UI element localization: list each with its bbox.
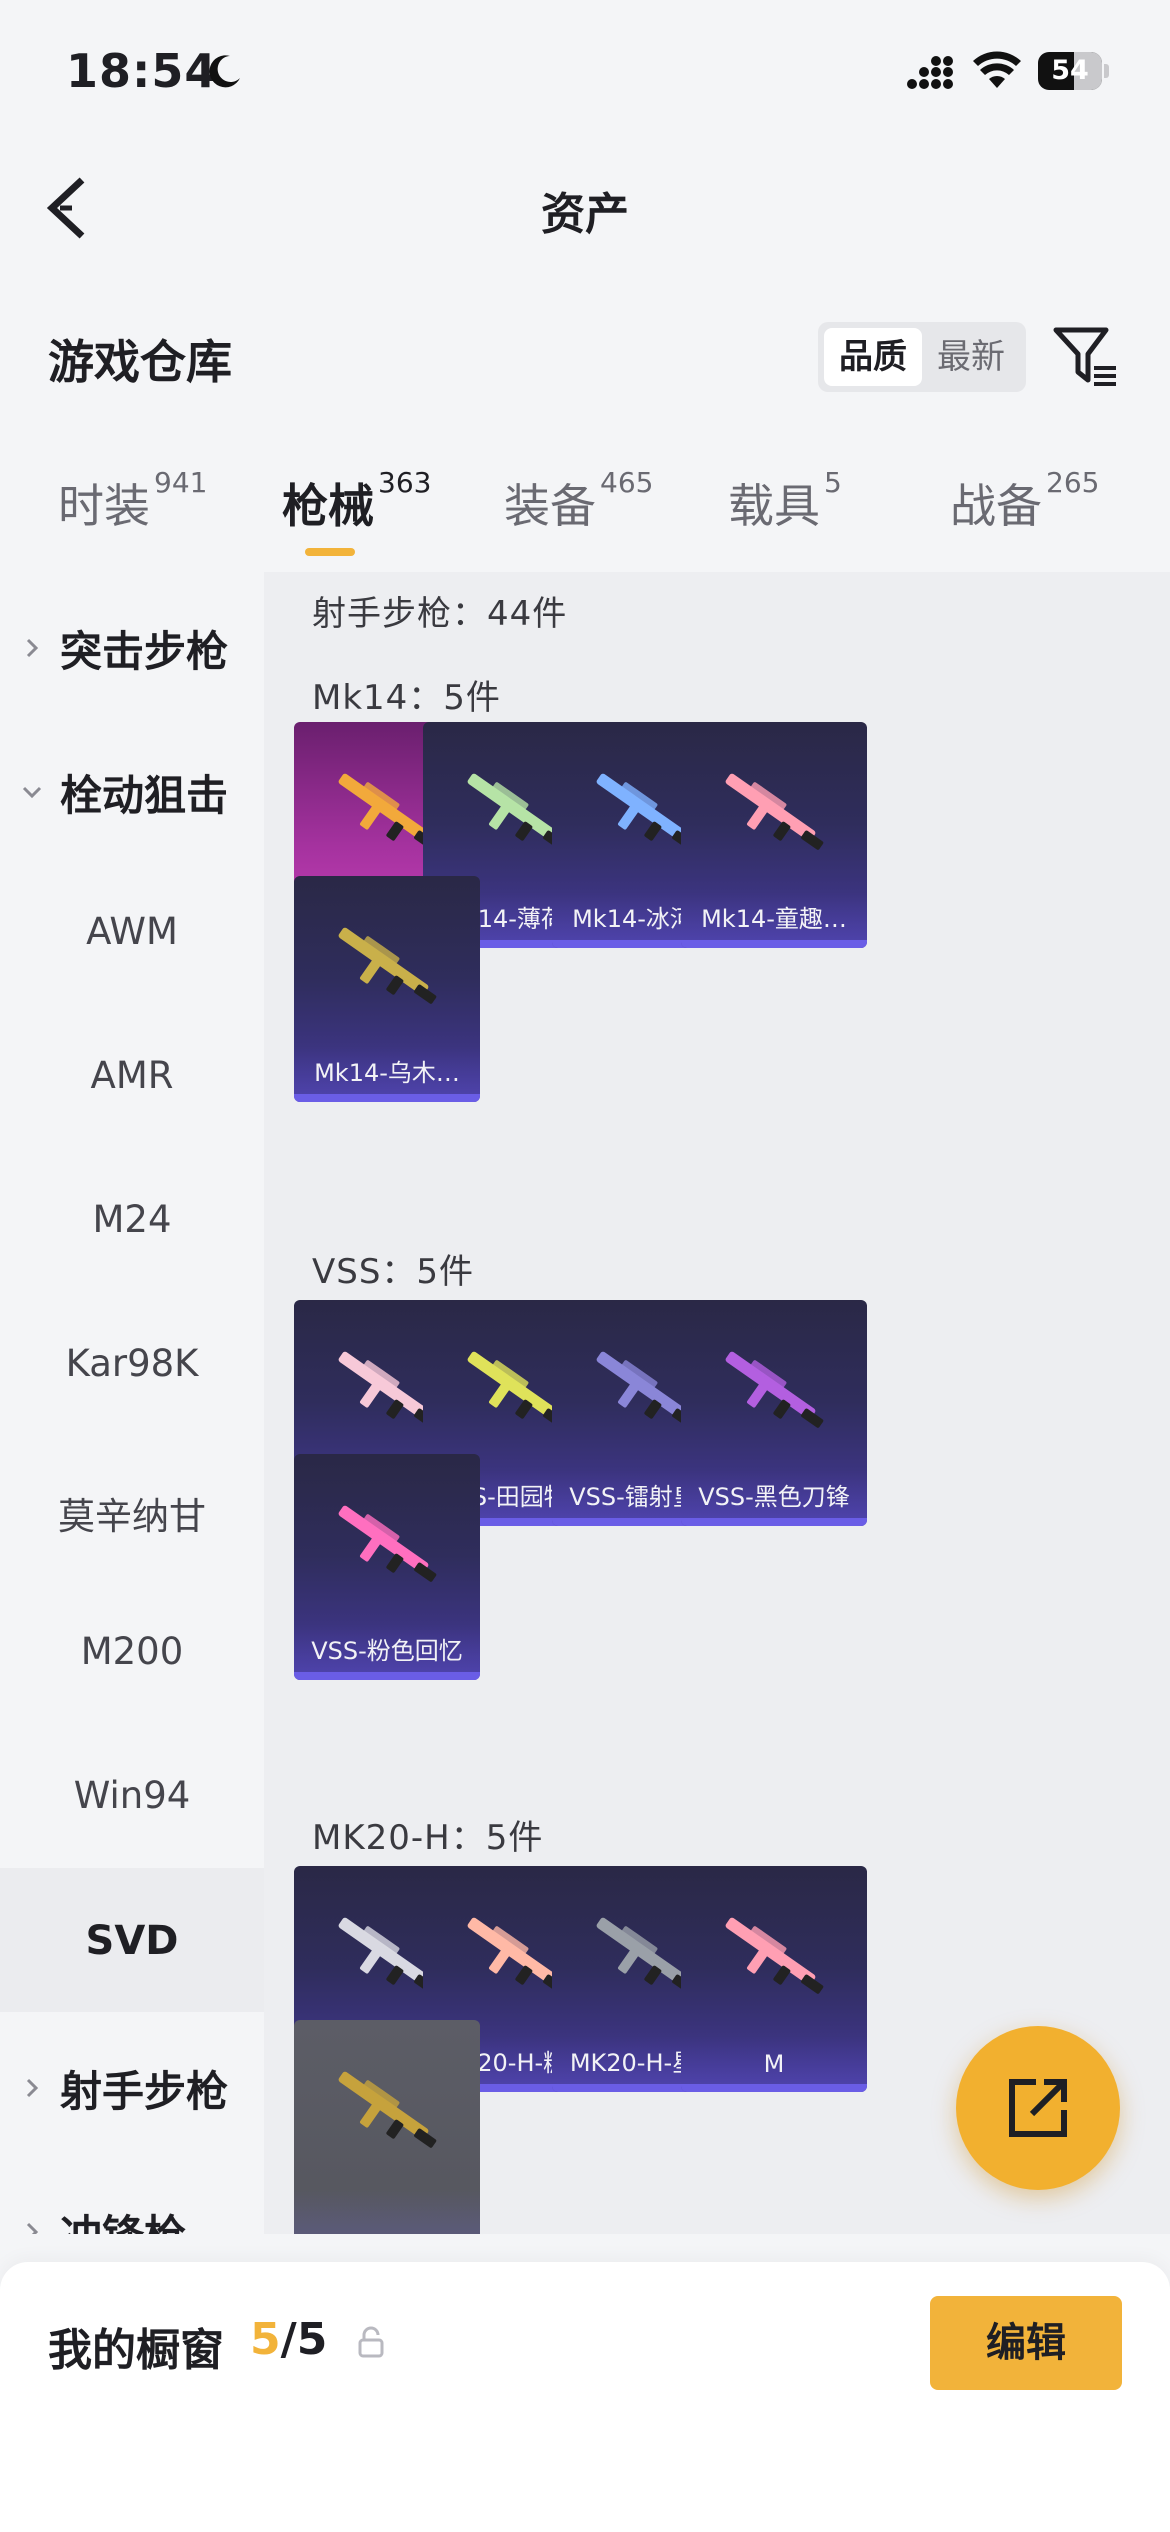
tab-count: 363 xyxy=(378,466,432,499)
item-card[interactable]: Mk14-童趣… xyxy=(681,722,867,948)
sidebar-item-label: Win94 xyxy=(73,1774,191,1817)
sidebar-item-m200[interactable]: M200 xyxy=(0,1580,264,1724)
tab-label: 载具 xyxy=(728,479,820,533)
item-name: VSS-粉色回忆 xyxy=(311,1637,463,1665)
rarity-bar xyxy=(681,2084,867,2092)
weapon-icon xyxy=(338,2071,437,2148)
sidebar-item-label: 栓动狙击 xyxy=(60,771,229,820)
showcase-label: 我的橱窗 xyxy=(48,2325,224,2376)
chevron-right-icon xyxy=(26,638,39,658)
category-header: 射手步枪：44件 xyxy=(312,594,568,634)
chevron-right-icon xyxy=(26,2222,39,2234)
item-card[interactable] xyxy=(294,2020,480,2234)
item-card[interactable]: VSS-黑色刀锋 xyxy=(681,1300,867,1526)
warehouse-title: 游戏仓库 xyxy=(48,335,232,389)
filter-icon[interactable] xyxy=(1050,320,1120,392)
showcase-bar: 我的橱窗 5/5 编辑 xyxy=(0,2262,1170,2532)
sidebar-item-svd[interactable]: SVD xyxy=(0,1868,264,2012)
rarity-bar xyxy=(294,1672,480,1680)
item-card[interactable]: M xyxy=(681,1866,867,2092)
sidebar-item-label: SVD xyxy=(85,1918,179,1964)
sidebar-item-awm[interactable]: AWM xyxy=(0,860,264,1004)
sidebar: 突击步枪 栓动狙击 AWM AMR M24 Kar98K 莫辛纳甘 M200 W… xyxy=(0,572,264,2234)
tab-label: 时装 xyxy=(58,479,150,533)
weapon-icon xyxy=(725,1351,824,1428)
wifi-icon xyxy=(973,51,1021,88)
tab-costume[interactable]: 时装 941 xyxy=(58,466,207,560)
weapon-icon xyxy=(725,1917,824,1994)
weapon-icon xyxy=(338,927,437,1004)
item-card[interactable]: VSS-粉色回忆 xyxy=(294,1454,480,1680)
showcase-count: 5/5 xyxy=(250,2314,327,2365)
moon-icon xyxy=(209,55,240,88)
sidebar-item-mosin[interactable]: 莫辛纳甘 xyxy=(0,1436,264,1580)
sidebar-item-smg[interactable]: 冲锋枪 xyxy=(0,2156,264,2234)
sort-by-quality[interactable]: 品质 xyxy=(824,328,922,386)
tab-count: 465 xyxy=(600,466,654,499)
sidebar-item-label: Kar98K xyxy=(65,1342,199,1385)
lock-icon xyxy=(358,2326,384,2358)
share-button[interactable] xyxy=(956,2026,1120,2190)
tab-label: 装备 xyxy=(504,479,596,533)
item-name: Mk14-童趣… xyxy=(701,905,847,933)
rarity-bar xyxy=(294,1094,480,1102)
tab-count: 5 xyxy=(824,466,842,499)
tab-count: 941 xyxy=(154,466,208,499)
cellular-signal-icon xyxy=(907,56,953,89)
sidebar-item-kar98k[interactable]: Kar98K xyxy=(0,1292,264,1436)
group-title: VSS：5件 xyxy=(312,1252,475,1292)
group-title: MK20-H：5件 xyxy=(312,1818,544,1858)
sidebar-item-label: 射手步枪 xyxy=(60,2067,229,2116)
sidebar-item-m24[interactable]: M24 xyxy=(0,1148,264,1292)
tab-gear[interactable]: 战备 265 xyxy=(950,466,1099,560)
page-title: 资产 xyxy=(541,189,629,240)
sidebar-item-win94[interactable]: Win94 xyxy=(0,1724,264,1868)
share-icon xyxy=(1009,2079,1067,2137)
item-name: Mk14-乌木… xyxy=(314,1059,460,1087)
rarity-bar xyxy=(681,1518,867,1526)
sidebar-item-amr[interactable]: AMR xyxy=(0,1004,264,1148)
tab-label: 枪械 xyxy=(282,479,374,533)
sidebar-item-label: 突击步枪 xyxy=(60,627,229,676)
tab-label: 战备 xyxy=(950,479,1042,533)
item-name: M xyxy=(763,2050,785,2078)
chevron-right-icon xyxy=(26,2078,39,2098)
battery-icon: 54 xyxy=(1038,52,1109,90)
chevron-down-icon xyxy=(22,786,42,799)
sort-by-newest[interactable]: 最新 xyxy=(922,328,1020,386)
item-grid-panel: 射手步枪：44件 Mk14：5件 5级Mk14-福马…Mk14-薄荷…Mk14-… xyxy=(264,572,1170,2234)
sidebar-item-label: AWM xyxy=(86,910,178,953)
active-tab-indicator xyxy=(305,548,355,556)
item-name: VSS-黑色刀锋 xyxy=(698,1483,850,1511)
sidebar-item-label: M200 xyxy=(80,1630,184,1673)
tab-firearms[interactable]: 枪械 363 xyxy=(282,466,431,560)
sidebar-item-assault-rifles[interactable]: 突击步枪 xyxy=(0,572,264,716)
edit-button[interactable]: 编辑 xyxy=(930,2296,1122,2390)
sidebar-item-label: AMR xyxy=(90,1054,174,1097)
showcase-total: /5 xyxy=(280,2314,328,2365)
sort-toggle: 品质 最新 xyxy=(818,322,1026,392)
sidebar-item-bolt-action[interactable]: 栓动狙击 xyxy=(0,716,264,860)
sidebar-item-label: 莫辛纳甘 xyxy=(58,1495,206,1538)
showcase-current: 5 xyxy=(250,2314,281,2365)
sidebar-item-label: M24 xyxy=(92,1198,172,1241)
rarity-bar xyxy=(681,940,867,948)
tab-count: 265 xyxy=(1046,466,1100,499)
group-title: Mk14：5件 xyxy=(312,678,501,718)
category-tabs: 时装 941 枪械 363 装备 465 载具 5 战备 265 xyxy=(0,466,1170,570)
tab-vehicles[interactable]: 载具 5 xyxy=(728,466,842,560)
sidebar-item-dmr[interactable]: 射手步枪 xyxy=(0,2012,264,2156)
status-time: 18:54 xyxy=(66,44,218,98)
status-bar: 18:54 54 xyxy=(0,0,1170,150)
weapon-icon xyxy=(725,773,824,850)
item-card[interactable]: Mk14-乌木… xyxy=(294,876,480,1102)
tab-equipment[interactable]: 装备 465 xyxy=(504,466,653,560)
card-shade xyxy=(294,2190,480,2234)
sidebar-item-label: 冲锋枪 xyxy=(60,2202,186,2234)
weapon-icon xyxy=(338,1505,437,1582)
